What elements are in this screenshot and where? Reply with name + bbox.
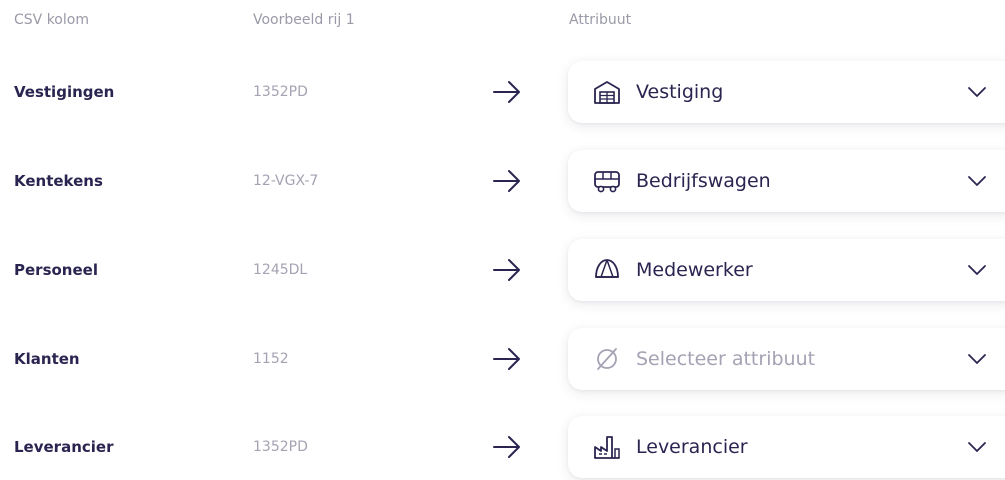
attribute-select-value: Vestiging: [636, 81, 724, 103]
sample-value: 1352PD: [253, 84, 308, 100]
chevron-down-icon: [968, 176, 986, 186]
cap-icon: [595, 259, 619, 278]
van-icon: [594, 171, 620, 193]
attribute-select[interactable]: Vestiging: [568, 61, 1005, 123]
csv-column-name: Leverancier: [14, 438, 114, 456]
chevron-down-icon: [968, 354, 986, 364]
arrow-right-icon: [493, 436, 520, 458]
header-attribute: Attribuut: [569, 12, 632, 28]
csv-mapping-panel: CSV kolom Voorbeeld rij 1 Attribuut Vest…: [0, 0, 1005, 480]
empty-set-icon: [597, 348, 617, 370]
mapping-row: Personeel 1245DL Medewerker: [0, 239, 1005, 301]
csv-column-name: Personeel: [14, 261, 98, 279]
csv-column-name: Klanten: [14, 350, 80, 368]
attribute-select-value: Bedrijfswagen: [636, 170, 771, 192]
chevron-down-icon: [968, 442, 986, 452]
mapping-row: Vestigingen 1352PD Vestiging: [0, 61, 1005, 123]
chevron-down-icon: [968, 265, 986, 275]
mapping-row: Klanten 1152 Selecteer attribuut: [0, 328, 1005, 390]
arrow-right-icon: [493, 170, 520, 192]
arrow-right-icon: [493, 259, 520, 281]
sample-value: 12-VGX-7: [253, 173, 319, 189]
attribute-select-value: Medewerker: [636, 259, 753, 281]
warehouse-icon: [594, 81, 620, 104]
chevron-down-icon: [968, 87, 986, 97]
mapping-row: Leverancier 1352PD Leverancier: [0, 416, 1005, 478]
sample-value: 1245DL: [253, 262, 308, 278]
attribute-select-placeholder: Selecteer attribuut: [636, 348, 816, 370]
sample-value: 1352PD: [253, 439, 308, 455]
mapping-row: Kentekens 12-VGX-7 Bedrijfswagen: [0, 150, 1005, 212]
sample-value: 1152: [253, 351, 289, 367]
attribute-select[interactable]: Selecteer attribuut: [568, 328, 1005, 390]
csv-column-name: Vestigingen: [14, 83, 115, 101]
arrow-right-icon: [493, 81, 520, 103]
csv-column-name: Kentekens: [14, 172, 103, 190]
arrow-right-icon: [493, 348, 520, 370]
attribute-select[interactable]: Leverancier: [568, 416, 1005, 478]
attribute-select[interactable]: Bedrijfswagen: [568, 150, 1005, 212]
factory-icon: [594, 436, 620, 459]
header-sample-row: Voorbeeld rij 1: [253, 12, 355, 28]
header-csv-column: CSV kolom: [14, 12, 89, 28]
attribute-select[interactable]: Medewerker: [568, 239, 1005, 301]
attribute-select-value: Leverancier: [636, 436, 748, 458]
